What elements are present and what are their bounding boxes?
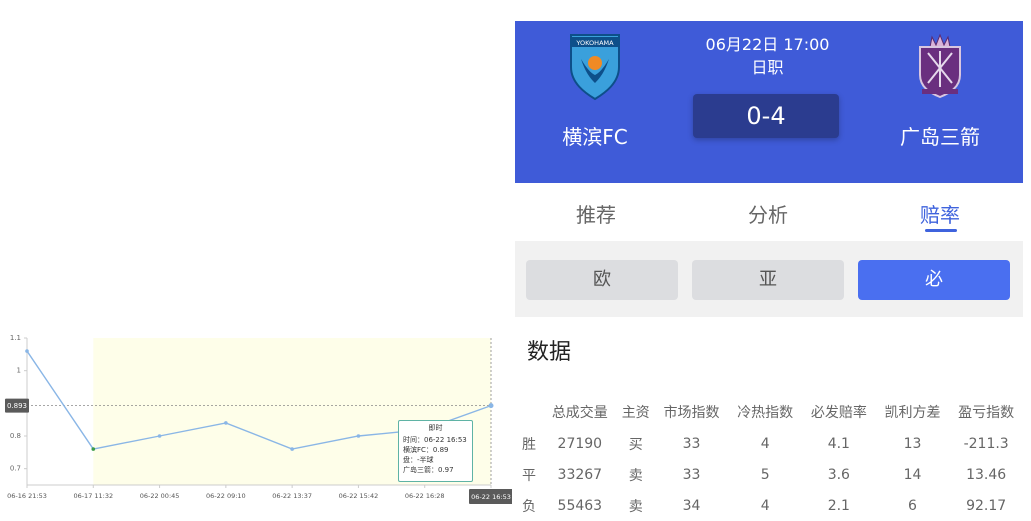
tooltip-title: 即时 (428, 424, 443, 432)
cell-profit-loss-index: 13.46 (966, 466, 1007, 483)
cell-main-capital: 卖 (628, 498, 643, 515)
chart-tooltip: 即时 时间：06-22 16:53 横滨FC：0.89 盘：-半球 广岛三箭：0… (398, 420, 473, 482)
x-tick-label: 06-22 09:10 (206, 492, 246, 500)
cell-market-index: 34 (682, 497, 701, 514)
match-datetime: 06月22日 17:00 (705, 35, 830, 54)
table-row: 胜 27190 买 33 4 4.1 13 -211.3 (515, 428, 1023, 459)
tooltip-line-away: 广岛三箭：0.97 (403, 466, 454, 474)
data-point (488, 403, 494, 409)
cell-total-volume: 27190 (557, 435, 603, 452)
y-tick-label: 1 (17, 367, 21, 375)
cursor-x-label: 06-22 16:53 (471, 493, 511, 501)
cell-hot-cold-index: 5 (760, 466, 770, 483)
subtab-asian[interactable]: 亚 (692, 260, 844, 300)
cell-market-index: 33 (682, 466, 701, 483)
tab-odds[interactable]: 赔率 (920, 199, 960, 228)
tooltip-line-handicap: 盘：-半球 (403, 456, 434, 464)
cell-total-volume: 55463 (557, 497, 603, 514)
away-team-name: 广岛三箭 (900, 125, 980, 149)
data-point (356, 434, 361, 438)
x-tick-label: 06-17 11:32 (73, 492, 113, 500)
odds-subtabs: 欧 亚 必 (515, 241, 1023, 317)
header-hot-cold-index: 冷热指数 (737, 405, 794, 421)
y-tick-label: 0.7 (10, 465, 21, 473)
cell-total-volume: 33267 (557, 466, 603, 483)
main-tabs: 推荐 分析 赔率 (515, 183, 1023, 241)
row-label: 负 (522, 498, 536, 515)
subtab-euro[interactable]: 欧 (526, 260, 678, 300)
cell-betfair-odds: 2.1 (827, 497, 850, 514)
league-name: 日职 (751, 58, 784, 77)
cell-main-capital: 卖 (628, 467, 643, 484)
x-tick-label: 06-22 16:28 (405, 492, 445, 500)
cell-main-capital: 买 (628, 436, 643, 453)
cell-profit-loss-index: -211.3 (963, 435, 1009, 452)
cursor-y-label: 0.893 (7, 402, 27, 410)
betfair-stats-table: 总成交量 主资 市场指数 冷热指数 必发赔率 凯利方差 盈亏指数 胜 27190… (515, 396, 1023, 521)
cell-kelly-variance: 13 (903, 435, 922, 452)
home-team-name: 横滨FC (562, 125, 628, 149)
section-title: 数据 (527, 340, 572, 365)
match-header: YOKOHAMA 横滨FC 06月22日 17:00 日职 0-4 广岛三箭 (515, 21, 1023, 183)
match-panel: YOKOHAMA 横滨FC 06月22日 17:00 日职 0-4 广岛三箭 推… (515, 21, 1023, 515)
header-profit-loss-index: 盈亏指数 (958, 405, 1015, 421)
header-blank (515, 396, 543, 428)
cell-betfair-odds: 3.6 (827, 466, 850, 483)
home-team[interactable]: YOKOHAMA 横滨FC (525, 31, 665, 150)
cell-kelly-variance: 14 (903, 466, 922, 483)
table-row: 负 55463 卖 34 4 2.1 6 92.17 (515, 490, 1023, 521)
cell-hot-cold-index: 4 (760, 435, 770, 452)
x-tick-label: 06-22 00:45 (140, 492, 180, 500)
row-label: 平 (522, 467, 536, 484)
cell-market-index: 33 (682, 435, 701, 452)
data-point (25, 349, 29, 353)
table-header-row: 总成交量 主资 市场指数 冷热指数 必发赔率 凯利方差 盈亏指数 (515, 396, 1023, 428)
x-tick-label: 06-16 21:53 (7, 492, 47, 500)
data-point (157, 434, 162, 438)
x-tick-label: 06-22 13:37 (272, 492, 312, 500)
sanfrecce-hiroshima-logo-icon (919, 33, 961, 99)
tooltip-line-home: 横滨FC：0.89 (403, 446, 449, 454)
away-team[interactable]: 广岛三箭 (870, 31, 1010, 150)
logo-text: YOKOHAMA (575, 39, 614, 47)
tab-analysis[interactable]: 分析 (748, 199, 788, 228)
yokohama-fc-logo-icon: YOKOHAMA (570, 34, 620, 101)
active-tab-indicator (925, 229, 957, 232)
y-tick-label: 1.1 (10, 334, 21, 342)
header-market-index: 市场指数 (663, 405, 720, 421)
x-tick-label: 06-22 15:42 (339, 492, 379, 500)
row-label: 胜 (522, 436, 536, 453)
tooltip-line-time: 时间：06-22 16:53 (403, 436, 467, 444)
tab-recommend[interactable]: 推荐 (576, 199, 616, 228)
header-main-capital: 主资 (621, 405, 650, 421)
header-betfair-odds: 必发赔率 (810, 405, 867, 421)
data-point (91, 447, 96, 451)
odds-chart: 1.1 1 0.8 0.7 06-16 21:53 06-17 11:32 06-22 00… (0, 330, 513, 507)
cell-hot-cold-index: 4 (760, 497, 770, 514)
header-kelly-variance: 凯利方差 (884, 405, 941, 421)
cell-betfair-odds: 4.1 (827, 435, 850, 452)
table-row: 平 33267 卖 33 5 3.6 14 13.46 (515, 459, 1023, 490)
subtab-betfair[interactable]: 必 (858, 260, 1010, 300)
y-tick-label: 0.8 (10, 432, 21, 440)
cell-kelly-variance: 6 (908, 497, 917, 514)
data-point (224, 421, 228, 425)
match-score: 0-4 (693, 94, 839, 138)
cell-profit-loss-index: 92.17 (966, 497, 1007, 514)
header-total-volume: 总成交量 (551, 405, 608, 421)
data-point (290, 447, 294, 451)
